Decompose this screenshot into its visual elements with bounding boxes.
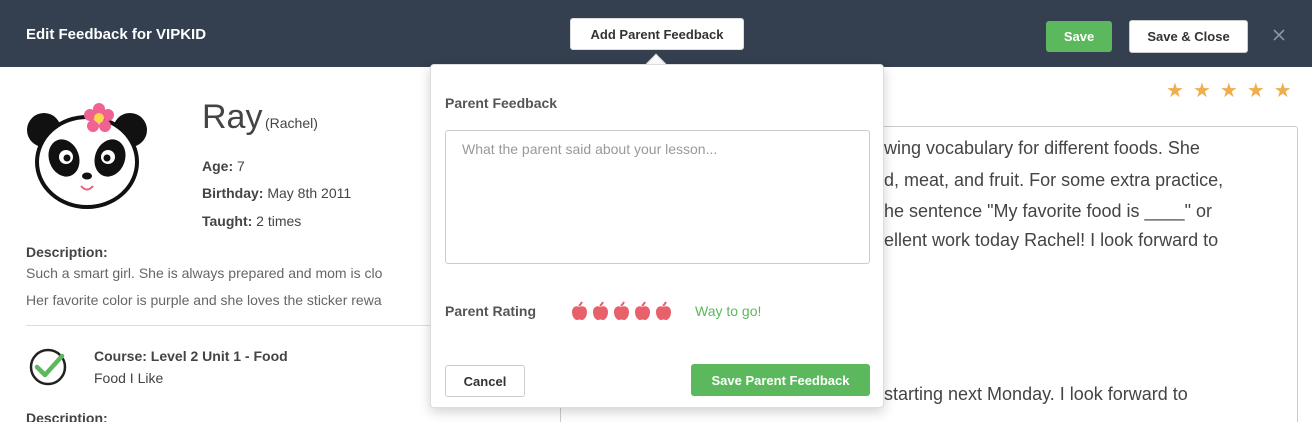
close-icon[interactable] [1268,24,1290,46]
course-subtitle: Food I Like [94,370,164,386]
feedback-text-line: wing vocabulary for different foods. She [884,138,1200,158]
apple-icon[interactable] [592,301,609,321]
divider [26,325,436,326]
parent-feedback-title: Parent Feedback [445,95,558,111]
birthday-value: May 8th 2011 [267,185,352,201]
student-description-heading: Description: [26,244,108,260]
star-icon[interactable]: ★ [1220,81,1238,101]
save-button[interactable]: Save [1046,21,1112,52]
add-parent-feedback-button[interactable]: Add Parent Feedback [570,18,744,50]
cancel-button[interactable]: Cancel [445,365,525,397]
panda-avatar [27,103,147,209]
feedback-text-line: he sentence "My favorite food is ____" o… [884,201,1212,221]
birthday-row: Birthday: May 8th 2011 [202,185,351,201]
star-icon[interactable]: ★ [1166,81,1184,101]
age-label: Age: [202,158,234,174]
apple-icon[interactable] [634,301,651,321]
apple-icon[interactable] [613,301,630,321]
star-icon[interactable]: ★ [1193,81,1211,101]
page-title: Edit Feedback for VIPKID [26,26,207,43]
parent-feedback-input[interactable]: What the parent said about your lesson..… [445,130,870,264]
parent-rating-label: Parent Rating [445,303,537,319]
save-parent-feedback-button[interactable]: Save Parent Feedback [691,364,870,396]
birthday-label: Birthday: [202,185,264,201]
star-rating[interactable]: ★ ★ ★ ★ ★ [1166,81,1292,101]
rating-message: Way to go! [695,303,762,319]
apple-rating[interactable] [571,301,672,321]
taught-row: Taught: 2 times [202,213,301,229]
star-icon[interactable]: ★ [1247,81,1265,101]
parent-feedback-popover: Parent Feedback What the parent said abo… [430,64,884,408]
taught-label: Taught: [202,213,253,229]
checkmark-icon [29,348,67,386]
course-title: Course: Level 2 Unit 1 - Food [94,348,288,364]
feedback-text-line: d, meat, and fruit. For some extra pract… [884,170,1224,190]
student-description-line: Her favorite color is purple and she lov… [26,292,382,308]
student-alias: (Rachel) [265,115,318,131]
save-close-button[interactable]: Save & Close [1129,20,1248,53]
age-row: Age: 7 [202,158,245,174]
feedback-text-line: starting next Monday. I look forward to [884,384,1188,404]
feedback-text-line: ellent work today Rachel! I look forward… [884,230,1219,250]
student-description-line: Such a smart girl. She is always prepare… [26,265,383,281]
student-name: Ray [202,98,263,136]
taught-value: 2 times [256,213,302,229]
age-value: 7 [237,158,245,174]
apple-icon[interactable] [571,301,588,321]
course-description-heading: Description: [26,410,108,422]
apple-icon[interactable] [655,301,672,321]
star-icon[interactable]: ★ [1274,81,1292,101]
